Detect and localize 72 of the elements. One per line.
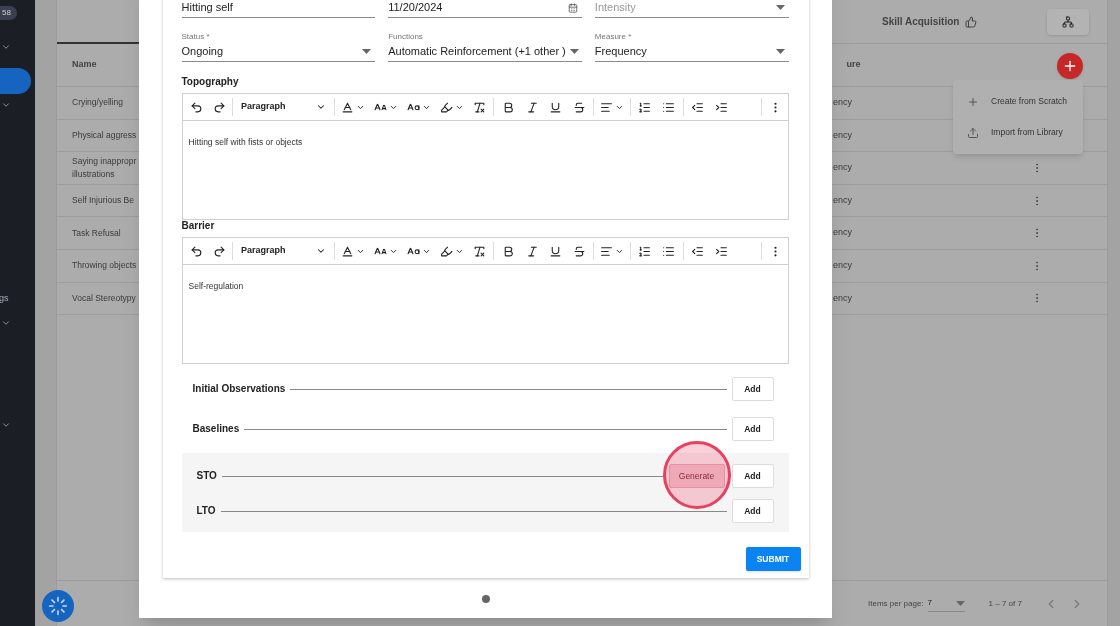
menu-item[interactable]: Create from Scratch — [953, 86, 1083, 117]
section-title: STO — [196, 468, 217, 483]
page-size-select[interactable]: 7 — [927, 595, 965, 612]
add-button[interactable]: Add — [731, 377, 774, 402]
add-button[interactable]: Add — [731, 499, 774, 524]
dropdown-caret-icon — [775, 49, 785, 54]
pagination-label: Items per page: — [868, 597, 924, 610]
chevron-down-icon — [316, 102, 327, 112]
table-cell-text: ency — [833, 128, 853, 142]
hierarchy-button[interactable] — [1047, 8, 1090, 35]
table-cell-text: Physical aggress — [72, 128, 138, 142]
select-field[interactable]: Ongoing — [181, 42, 376, 62]
sidebar-item-label: gs — [0, 292, 9, 304]
plus-icon — [967, 95, 979, 108]
chevron-down-icon — [1, 42, 11, 52]
pagination-range: 1 – 7 of 7 — [988, 597, 1022, 610]
loading-fab[interactable] — [42, 590, 74, 622]
generate-button[interactable]: Generate — [668, 464, 725, 489]
table-cell-text: Crying/yelling — [72, 96, 125, 110]
loading-spinner-icon — [48, 596, 68, 616]
add-button[interactable]: Add — [731, 464, 774, 489]
editor-content: Hitting self with fists or objects — [188, 137, 303, 147]
section-title: Baselines — [192, 421, 240, 436]
table-cell-text: ency — [833, 193, 853, 207]
upload-icon — [967, 126, 979, 139]
date-field[interactable]: 11/20/2024 — [388, 0, 582, 18]
editor-content: Self-regulation — [188, 281, 244, 291]
table-cell-text: ency — [833, 259, 853, 272]
chevron-down-icon — [1, 420, 11, 430]
column-header: Name — [72, 58, 97, 72]
table-cell-text: ency — [833, 161, 853, 175]
dropdown-caret-icon — [775, 5, 785, 10]
field-label: Status * — [181, 32, 211, 42]
block-style-select[interactable]: Paragraph — [235, 97, 333, 117]
table-cell-text: ency — [833, 226, 853, 240]
table-cell-text: Task Refusal — [72, 226, 122, 240]
submit-button[interactable]: SUBMIT — [745, 547, 801, 571]
chevron-down-icon — [1, 318, 11, 328]
calendar-icon[interactable] — [567, 2, 578, 13]
thumbs-up-icon — [965, 15, 978, 28]
table-cell-text: Throwing objects — [72, 259, 138, 273]
section-title: Initial Observations — [192, 381, 286, 396]
rich-text-editor[interactable]: Paragraph Self-regulation — [181, 237, 789, 364]
menu-item[interactable]: Import from Library — [953, 117, 1083, 148]
dropdown-caret-icon — [955, 600, 965, 606]
rich-text-editor[interactable]: Paragraph Hitting self with fists or objects — [181, 93, 789, 220]
column-header: ure — [846, 58, 861, 72]
chevron-down-icon — [316, 246, 327, 256]
select-field[interactable]: Frequency — [594, 42, 789, 62]
dropdown-caret-icon — [569, 49, 579, 54]
section-title: LTO — [196, 503, 216, 518]
table-cell-text: Self Injurious Be — [72, 194, 135, 208]
field-label: Measure * — [594, 32, 633, 42]
hierarchy-icon — [1062, 15, 1075, 28]
chevron-down-icon — [1, 100, 11, 110]
dropdown-caret-icon — [362, 49, 372, 54]
select-field[interactable]: Automatic Reinforcement (+1 other ) — [388, 42, 582, 62]
input-field[interactable]: Hitting self — [181, 0, 376, 18]
block-style-select[interactable]: Paragraph — [235, 241, 333, 261]
editor-label: Topography — [181, 76, 240, 88]
table-cell-text: Vocal Stereotypy — [72, 291, 137, 305]
add-button[interactable]: Add — [731, 417, 774, 442]
sidebar-item[interactable]: gs — [0, 292, 35, 338]
section-title: Skill Acquisition — [882, 15, 960, 29]
field-label: Functions — [388, 32, 424, 42]
table-cell-text: ency — [833, 291, 853, 305]
editor-label: Barrier — [181, 220, 216, 232]
notification-badge: 58 — [0, 6, 17, 20]
plus-icon — [1062, 58, 1078, 74]
table-cell-text: ency — [833, 96, 853, 110]
table-cell-text: Saying inappropr illustrations — [72, 155, 138, 181]
sidebar-item[interactable] — [0, 68, 31, 94]
